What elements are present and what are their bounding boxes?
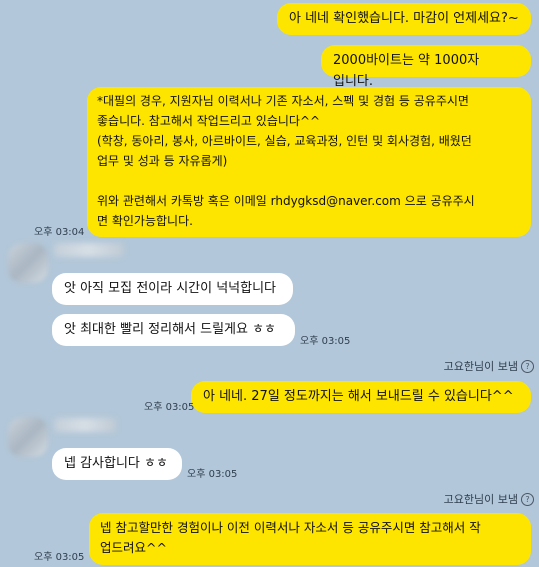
message-bubble-other[interactable]: 앗 아직 모집 전이라 시간이 넉넉합니다	[52, 273, 293, 305]
message-bubble-mine[interactable]: 아 네네 확인했습니다. 마감이 언제세요?~	[277, 3, 531, 35]
message-timestamp: 오후 03:04	[34, 227, 85, 238]
avatar[interactable]	[8, 243, 48, 283]
message-bubble-mine[interactable]: 아 네네. 27일 정도까지는 해서 보내드릴 수 있습니다^^	[191, 381, 531, 413]
message-bubble-mine[interactable]: *대필의 경우, 지원자님 이력서나 기존 자소서, 스펙 및 경험 등 공유주…	[87, 87, 531, 237]
message-timestamp: 오후 03:05	[34, 552, 85, 563]
question-circle-icon[interactable]: ?	[521, 359, 534, 373]
message-timestamp: 오후 03:05	[300, 336, 351, 347]
message-timestamp: 오후 03:05	[187, 469, 238, 480]
sender-name-redacted	[54, 418, 116, 432]
message-bubble-other[interactable]: 넵 감사합니다 ㅎㅎ	[52, 448, 182, 480]
question-circle-icon[interactable]: ?	[521, 492, 534, 506]
message-bubble-mine[interactable]: 넵 참고할만한 경험이나 이전 이력서나 자소서 등 공유주시면 참고해서 작 …	[89, 513, 531, 565]
message-bubble-mine[interactable]: 2000바이트는 약 1000자 입니다.	[321, 45, 531, 89]
sender-name-redacted	[54, 243, 124, 257]
message-timestamp: 오후 03:05	[144, 402, 195, 413]
sent-by-text: 고요한님이 보냄	[443, 493, 518, 506]
sent-by-label: 고요한님이 보냄 ?	[444, 491, 534, 507]
sent-by-text: 고요한님이 보냄	[443, 360, 518, 373]
avatar[interactable]	[8, 417, 48, 457]
sent-by-label: 고요한님이 보냄 ?	[444, 358, 534, 374]
message-bubble-other[interactable]: 앗 최대한 빨리 정리해서 드릴게요 ㅎㅎ	[52, 314, 295, 346]
